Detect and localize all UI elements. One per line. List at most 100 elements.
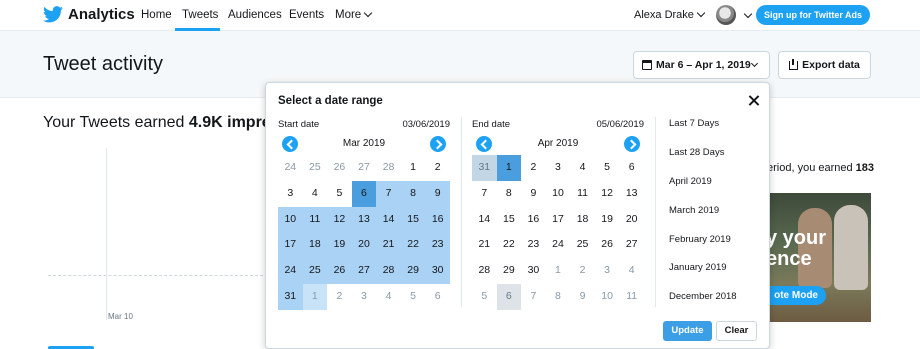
day-cell[interactable]: 7 — [472, 181, 497, 207]
nav-tweets[interactable]: Tweets — [182, 9, 218, 21]
promote-mode-button[interactable]: ote Mode — [762, 286, 826, 305]
promo-card[interactable]: y your ence ote Mode — [762, 193, 871, 322]
day-cell[interactable]: 11 — [302, 206, 328, 233]
day-cell[interactable]: 26 — [595, 232, 620, 258]
day-cell[interactable]: 1 — [401, 155, 426, 181]
preset-option[interactable]: April 2019 — [669, 175, 769, 204]
day-cell[interactable]: 19 — [327, 232, 352, 259]
nav-audiences[interactable]: Audiences — [228, 9, 282, 21]
day-cell[interactable]: 25 — [303, 155, 328, 181]
day-cell[interactable]: 3 — [352, 284, 377, 310]
day-cell[interactable]: 5 — [595, 155, 620, 181]
day-cell[interactable]: 6 — [351, 180, 377, 207]
day-cell[interactable]: 25 — [570, 232, 595, 258]
day-cell[interactable]: 6 — [496, 283, 522, 310]
day-cell[interactable]: 2 — [570, 258, 595, 284]
nav-more[interactable]: More — [335, 8, 373, 21]
preset-option[interactable]: March 2019 — [669, 204, 769, 233]
day-cell[interactable]: 8 — [497, 181, 522, 207]
day-cell[interactable]: 29 — [497, 258, 522, 284]
day-cell[interactable]: 23 — [425, 232, 450, 259]
day-cell[interactable]: 16 — [425, 206, 450, 233]
day-cell[interactable]: 26 — [327, 258, 352, 284]
chevron-down-icon[interactable] — [743, 9, 753, 19]
day-cell[interactable]: 14 — [376, 206, 401, 233]
day-cell[interactable]: 13 — [619, 181, 644, 207]
day-cell[interactable]: 4 — [303, 181, 328, 207]
day-cell[interactable]: 22 — [497, 232, 522, 258]
day-cell[interactable]: 8 — [400, 180, 426, 207]
day-cell[interactable]: 20 — [351, 232, 377, 259]
day-cell[interactable]: 24 — [546, 232, 571, 258]
preset-option[interactable]: February 2019 — [669, 233, 769, 262]
day-cell[interactable]: 2 — [327, 284, 352, 310]
day-cell[interactable]: 31 — [472, 155, 497, 181]
nav-home[interactable]: Home — [141, 9, 172, 21]
day-cell[interactable]: 15 — [497, 207, 522, 233]
day-cell[interactable]: 30 — [521, 258, 546, 284]
day-cell[interactable]: 25 — [302, 258, 328, 284]
day-cell[interactable]: 13 — [351, 206, 377, 233]
day-cell[interactable]: 1 — [302, 283, 328, 310]
day-cell[interactable]: 5 — [401, 284, 426, 310]
day-cell[interactable]: 3 — [278, 181, 303, 207]
day-cell[interactable]: 27 — [352, 155, 377, 181]
day-cell[interactable]: 3 — [595, 258, 620, 284]
day-cell[interactable]: 14 — [472, 207, 497, 233]
day-cell[interactable]: 4 — [376, 284, 401, 310]
day-cell[interactable]: 11 — [570, 181, 595, 207]
day-cell[interactable]: 6 — [619, 155, 644, 181]
day-cell[interactable]: 3 — [546, 155, 571, 181]
preset-option[interactable]: January 2019 — [669, 261, 769, 290]
day-cell[interactable]: 10 — [595, 284, 620, 310]
day-cell[interactable]: 29 — [400, 258, 426, 284]
day-cell[interactable]: 2 — [425, 155, 450, 181]
day-cell[interactable]: 21 — [472, 232, 497, 258]
analytics-logo[interactable]: Analytics — [43, 6, 135, 23]
day-cell[interactable]: 1 — [496, 155, 522, 181]
day-cell[interactable]: 12 — [327, 206, 352, 233]
day-cell[interactable]: 28 — [472, 258, 497, 284]
preset-option[interactable]: December 2018 — [669, 290, 769, 319]
day-cell[interactable]: 19 — [595, 207, 620, 233]
day-cell[interactable]: 12 — [595, 181, 620, 207]
update-button[interactable]: Update — [663, 321, 712, 341]
day-cell[interactable]: 18 — [302, 232, 328, 259]
day-cell[interactable]: 28 — [376, 155, 401, 181]
day-cell[interactable]: 9 — [521, 181, 546, 207]
export-data-button[interactable]: Export data — [778, 51, 871, 79]
end-date-value[interactable]: 05/06/2019 — [596, 119, 644, 130]
day-cell[interactable]: 16 — [521, 207, 546, 233]
day-cell[interactable]: 21 — [376, 232, 401, 259]
day-cell[interactable]: 15 — [400, 206, 426, 233]
day-cell[interactable]: 22 — [400, 232, 426, 259]
signup-ads-button[interactable]: Sign up for Twitter Ads — [756, 5, 870, 25]
day-cell[interactable]: 24 — [278, 155, 303, 181]
date-range-button[interactable]: Mar 6 – Apr 1, 2019 — [633, 51, 770, 79]
day-cell[interactable]: 5 — [327, 181, 352, 207]
user-menu[interactable]: Alexa Drake — [634, 8, 706, 21]
nav-events[interactable]: Events — [289, 9, 324, 21]
day-cell[interactable]: 31 — [278, 283, 303, 310]
day-cell[interactable]: 5 — [472, 284, 497, 310]
day-cell[interactable]: 9 — [570, 284, 595, 310]
day-cell[interactable]: 4 — [570, 155, 595, 181]
day-cell[interactable]: 1 — [546, 258, 571, 284]
day-cell[interactable]: 27 — [619, 232, 644, 258]
preset-option[interactable]: Last 28 Days — [669, 146, 769, 175]
day-cell[interactable]: 8 — [546, 284, 571, 310]
day-cell[interactable]: 30 — [425, 258, 450, 284]
day-cell[interactable]: 27 — [351, 258, 377, 284]
day-cell[interactable]: 26 — [327, 155, 352, 181]
day-cell[interactable]: 7 — [376, 180, 401, 207]
next-month-icon[interactable] — [430, 136, 446, 152]
day-cell[interactable]: 17 — [546, 207, 571, 233]
day-cell[interactable]: 20 — [619, 207, 644, 233]
day-cell[interactable]: 10 — [546, 181, 571, 207]
close-icon[interactable] — [747, 94, 761, 108]
day-cell[interactable]: 7 — [521, 284, 546, 310]
next-month-icon[interactable] — [624, 136, 640, 152]
day-cell[interactable]: 4 — [619, 258, 644, 284]
avatar[interactable] — [716, 5, 736, 25]
preset-option[interactable]: Last 7 Days — [669, 117, 769, 146]
